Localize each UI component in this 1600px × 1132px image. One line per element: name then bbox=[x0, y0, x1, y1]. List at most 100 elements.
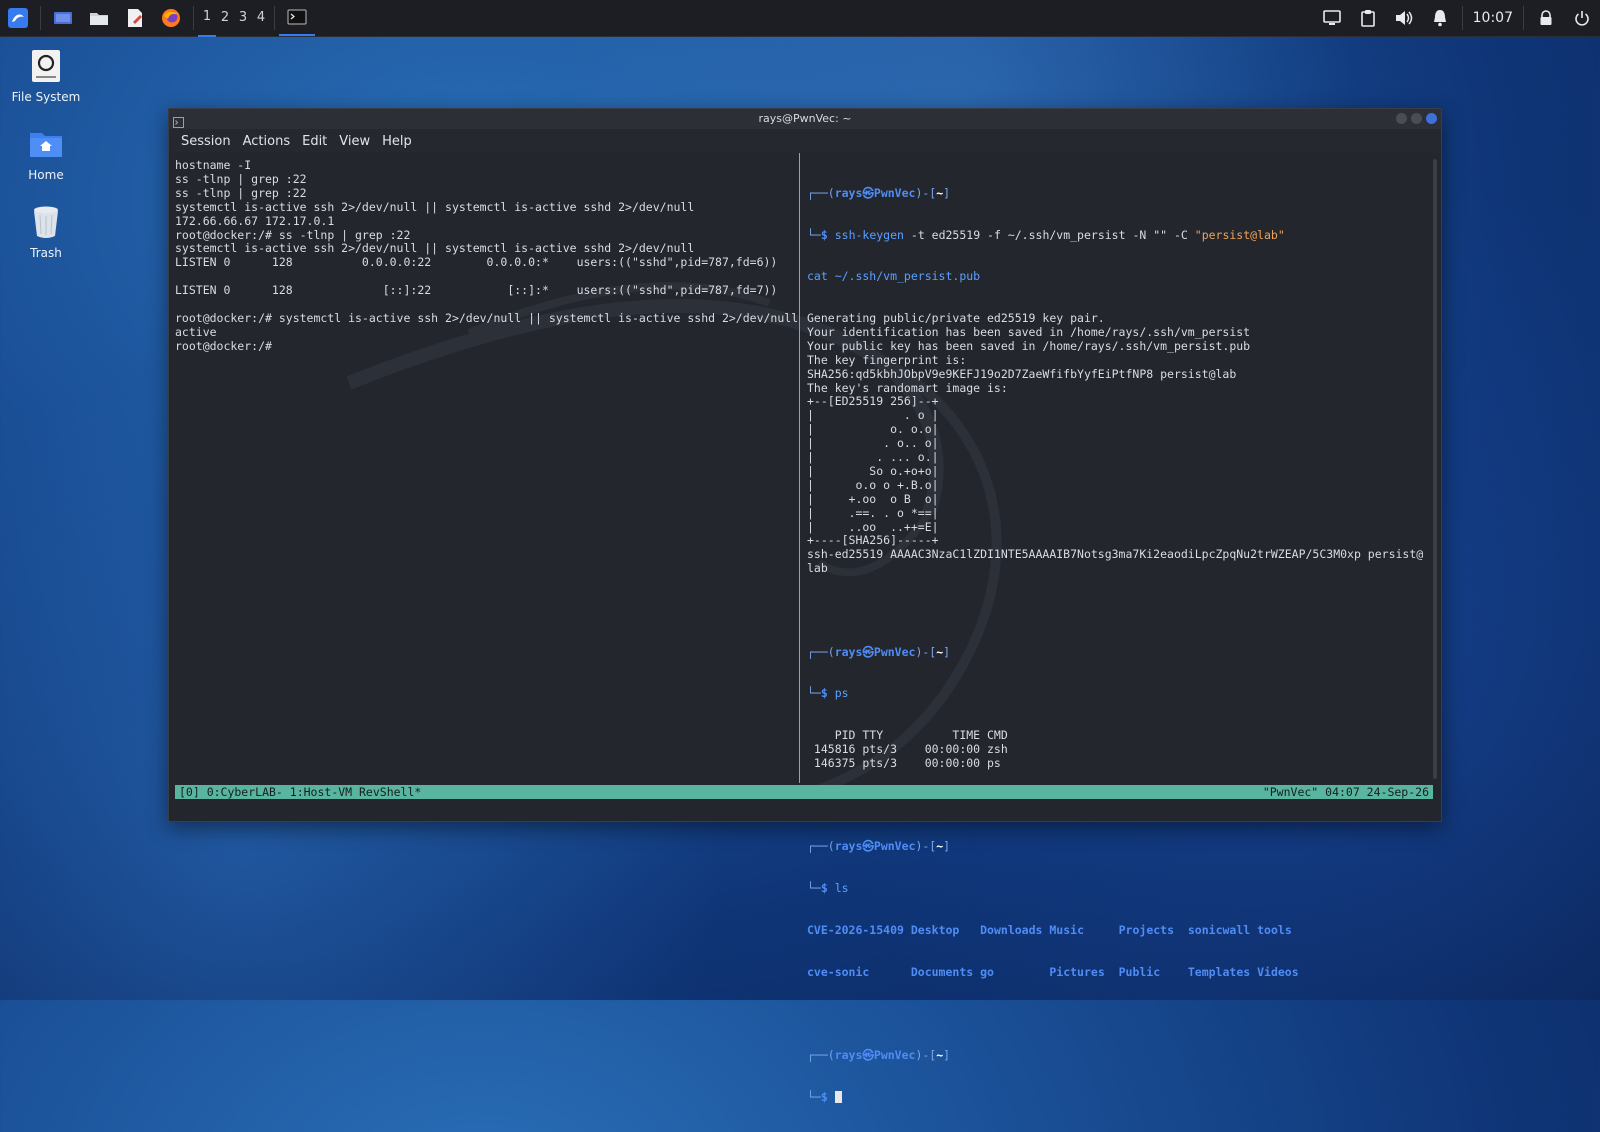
prompt-line: ┌──(rays㉿PwnVec)-[~] bbox=[807, 1048, 951, 1062]
terminal-line: | So o.+o+o| bbox=[807, 463, 939, 478]
terminal-task-icon[interactable] bbox=[279, 0, 315, 36]
terminal-line: root@docker:/# systemctl is-active ssh 2… bbox=[175, 310, 799, 325]
command-line: └─$ bbox=[807, 1090, 1427, 1105]
ps-output: PID TTY TIME CMD 145816 pts/3 00:00:00 z… bbox=[807, 728, 1427, 771]
terminal-line: | ..oo ..++=E| bbox=[807, 519, 939, 534]
terminal-cursor bbox=[834, 1090, 842, 1103]
show-desktop-icon[interactable] bbox=[45, 0, 81, 36]
ls-entry: cve-sonic bbox=[807, 964, 870, 979]
terminal-line: The key fingerprint is: bbox=[807, 352, 967, 367]
display-icon[interactable] bbox=[1314, 0, 1350, 36]
menu-edit[interactable]: Edit bbox=[296, 134, 333, 149]
terminal-line: lab bbox=[807, 561, 828, 576]
desktop-icon-file-system[interactable]: File System bbox=[6, 46, 86, 104]
ls-entry: tools bbox=[1257, 922, 1292, 937]
prompt-line: ┌──(rays㉿PwnVec)-[~] bbox=[807, 185, 951, 200]
desktop-icon-label: Home bbox=[28, 168, 64, 182]
terminal-line: Your public key has been saved in /home/… bbox=[807, 338, 1251, 353]
terminal-area[interactable]: hostname -I ss -tlnp | grep :22 ss -tlnp |… bbox=[169, 153, 1441, 1104]
terminal-line: +----[SHA256]-----+ bbox=[807, 533, 939, 548]
keygen-output: Generating public/private ed25519 key pa… bbox=[807, 310, 1427, 576]
ls-entry: Templates bbox=[1187, 964, 1251, 979]
workspace-3[interactable]: 3 bbox=[234, 0, 252, 36]
menu-help[interactable]: Help bbox=[376, 134, 418, 149]
terminal-line: SHA256:qd5kbhJObpV9e9KEFJ19o2D7ZaeWfifbY… bbox=[807, 366, 1237, 381]
terminal-line: | o.o o +.B.o| bbox=[807, 477, 939, 492]
ls-entry: CVE-2026-15409 bbox=[807, 922, 904, 937]
minimize-button[interactable] bbox=[1396, 113, 1407, 124]
ls-entry: sonicwall bbox=[1187, 922, 1251, 937]
volume-icon[interactable] bbox=[1386, 0, 1422, 36]
terminal-scrollbar[interactable] bbox=[1433, 159, 1437, 779]
tmux-status-right: "PwnVec" 04:07 24-Sep-26 bbox=[1262, 785, 1429, 799]
ls-entry: Documents bbox=[910, 964, 974, 979]
terminal-line: 145816 pts/3 00:00:00 zsh bbox=[807, 742, 1008, 757]
workspace-4[interactable]: 4 bbox=[252, 0, 270, 36]
terminal-line: | . o | bbox=[807, 408, 939, 423]
terminal-line: root@docker:/# ss -tlnp | grep :22 bbox=[175, 227, 411, 242]
tmux-window-list[interactable]: [0] 0:CyberLAB- 1:Host-VM RevShell* bbox=[179, 785, 421, 799]
lock-icon[interactable] bbox=[1528, 0, 1564, 36]
drive-icon bbox=[26, 46, 66, 86]
command-line: └─$ ls bbox=[807, 881, 849, 896]
terminal-line: | . o.. o| bbox=[807, 436, 939, 451]
terminal-line: LISTEN 0 128 0.0.0.0:22 0.0.0.0:* users:… bbox=[175, 255, 778, 270]
desktop-icon-home[interactable]: Home bbox=[6, 124, 86, 182]
terminal-line: | . ... o.| bbox=[807, 450, 939, 465]
taskbar-separator bbox=[274, 6, 275, 30]
terminal-line: systemctl is-active ssh 2>/dev/null || s… bbox=[175, 199, 695, 214]
terminal-window: rays@PwnVec: ~ Session Actions Edit View… bbox=[168, 108, 1442, 1104]
terminal-line: ss -tlnp | grep :22 bbox=[175, 185, 307, 200]
terminal-line: hostname -I bbox=[175, 158, 252, 172]
terminal-line: The key's randomart image is: bbox=[807, 380, 1008, 395]
maximize-button[interactable] bbox=[1411, 113, 1422, 124]
ls-entry: Desktop bbox=[910, 922, 960, 937]
ls-entry: Public bbox=[1118, 964, 1161, 979]
taskbar: 1 2 3 4 10:07 bbox=[0, 0, 1600, 37]
terminal-line: PID TTY TIME CMD bbox=[807, 728, 1008, 743]
left-pane-output[interactable]: hostname -I ss -tlnp | grep :22 ss -tlnp |… bbox=[175, 158, 799, 354]
pane-divider[interactable] bbox=[799, 153, 800, 783]
prompt-line: ┌──(rays㉿PwnVec)-[~] bbox=[807, 644, 951, 659]
workspace-2[interactable]: 2 bbox=[216, 0, 234, 36]
terminal-line: | +.oo o B o| bbox=[807, 491, 939, 506]
terminal-line: ss -tlnp | grep :22 bbox=[175, 171, 307, 186]
command-line-continued: cat ~/.ssh/vm_persist.pub bbox=[807, 269, 981, 284]
terminal-line: root@docker:/# bbox=[175, 338, 272, 353]
window-titlebar[interactable]: rays@PwnVec: ~ bbox=[169, 109, 1441, 129]
tmux-statusbar: [0] 0:CyberLAB- 1:Host-VM RevShell* "Pwn… bbox=[175, 785, 1433, 799]
terminal-line: 172.66.66.67 172.17.0.1 bbox=[175, 213, 335, 228]
menu-actions[interactable]: Actions bbox=[237, 134, 297, 149]
text-editor-icon[interactable] bbox=[117, 0, 153, 36]
menu-session[interactable]: Session bbox=[175, 134, 237, 149]
power-icon[interactable] bbox=[1564, 0, 1600, 36]
terminal-line: ssh-ed25519 AAAAC3NzaC1lZDI1NTE5AAAAIB7N… bbox=[807, 547, 1424, 562]
firefox-icon[interactable] bbox=[153, 0, 189, 36]
close-button[interactable] bbox=[1426, 113, 1437, 124]
ls-entry: Projects bbox=[1118, 922, 1175, 937]
desktop-icon-trash[interactable]: Trash bbox=[6, 202, 86, 260]
terminal-line: | o. o.o| bbox=[807, 422, 939, 437]
menu-view[interactable]: View bbox=[333, 134, 376, 149]
terminal-line: Generating public/private ed25519 key pa… bbox=[807, 310, 1105, 325]
window-title: rays@PwnVec: ~ bbox=[758, 112, 852, 125]
file-manager-icon[interactable] bbox=[81, 0, 117, 36]
taskbar-separator bbox=[1461, 6, 1463, 30]
taskbar-separator bbox=[193, 6, 194, 30]
command-line: └─$ ssh-keygen -t ed25519 -f ~/.ssh/vm_p… bbox=[807, 227, 1285, 242]
ls-entry: Music bbox=[1049, 922, 1084, 937]
home-folder-icon bbox=[26, 124, 66, 164]
terminal-line: Your identification has been saved in /h… bbox=[807, 324, 1251, 339]
terminal-line: active bbox=[175, 324, 217, 339]
app-menu-icon[interactable] bbox=[0, 0, 36, 36]
terminal-line: systemctl is-active ssh 2>/dev/null || s… bbox=[175, 241, 695, 256]
desktop-icon-label: Trash bbox=[30, 246, 62, 260]
workspace-1[interactable]: 1 bbox=[198, 0, 216, 37]
notifications-bell-icon[interactable] bbox=[1422, 0, 1458, 36]
right-pane-output[interactable]: ┌──(rays㉿PwnVec)-[~] └─$ ssh-keygen -t e… bbox=[807, 159, 1427, 1132]
clock[interactable]: 10:07 bbox=[1467, 0, 1519, 36]
ls-entry: Videos bbox=[1257, 964, 1299, 979]
prompt-line: ┌──(rays㉿PwnVec)-[~] bbox=[807, 839, 951, 854]
clipboard-icon[interactable] bbox=[1350, 0, 1386, 36]
